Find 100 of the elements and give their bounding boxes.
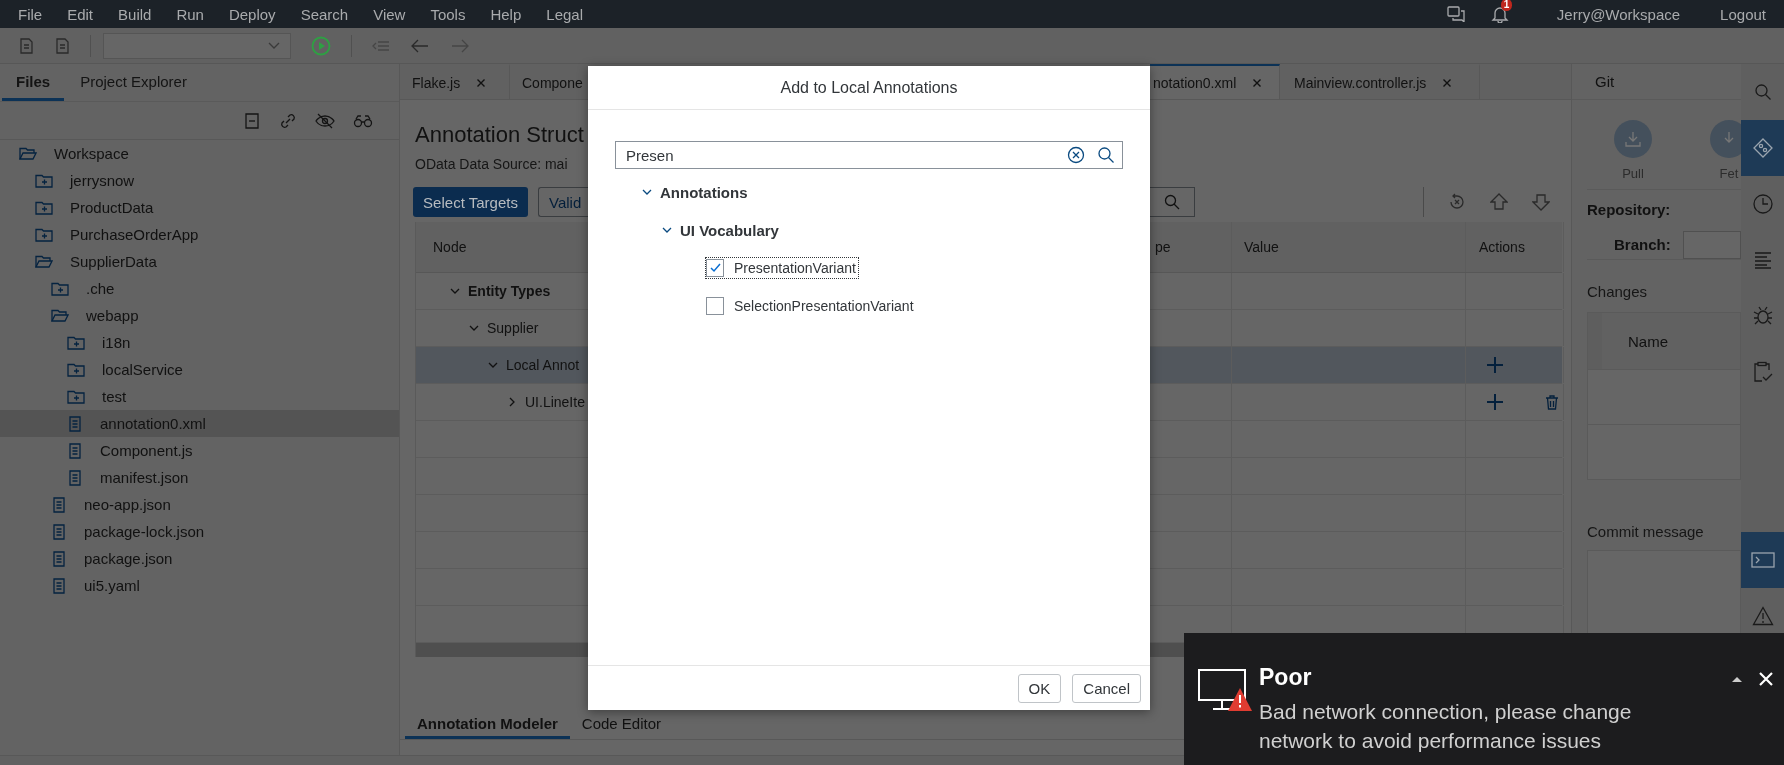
tree-item-label: Component.js [100, 442, 193, 459]
section-label: Changes [1587, 282, 1649, 302]
menu-item[interactable]: Deploy [228, 5, 276, 23]
panel-tab[interactable]: Project Explorer [66, 64, 201, 101]
editor-tab[interactable]: notation0.xml [1150, 64, 1280, 99]
diamond-icon [1751, 137, 1774, 159]
checkbox[interactable] [706, 259, 724, 277]
collapse-icon[interactable] [1731, 675, 1743, 683]
move-down-icon[interactable] [1532, 193, 1550, 211]
trash-icon[interactable] [1545, 394, 1559, 410]
file-icon [51, 496, 67, 513]
checkbox-item[interactable]: SelectionPresentationVariant [705, 295, 917, 317]
menu-item[interactable]: Tools [430, 5, 466, 23]
column-header: Name [1628, 332, 1668, 350]
column-header: Node [433, 239, 467, 255]
chat-icon[interactable] [1446, 6, 1465, 22]
add-icon[interactable] [1486, 393, 1504, 411]
menu-item[interactable]: File [18, 5, 43, 23]
clock-icon [1751, 193, 1774, 215]
tree-item[interactable]: localService [0, 356, 399, 383]
menu-item[interactable]: Edit [67, 5, 94, 23]
file-icon [51, 577, 67, 594]
tree-item-label: i18n [102, 334, 131, 351]
logout-link[interactable]: Logout [1720, 5, 1766, 23]
run-icon[interactable] [311, 35, 331, 56]
editor-tab[interactable]: Compone [510, 64, 588, 99]
tree-item[interactable]: ProductData [0, 194, 399, 221]
tree-item-label: manifest.json [100, 469, 189, 486]
arrow-right-icon[interactable] [450, 37, 470, 54]
file-icon [51, 523, 67, 540]
link-icon[interactable] [279, 111, 297, 130]
menu-item[interactable]: Help [490, 5, 522, 23]
file-icon [51, 550, 67, 567]
tree-item[interactable]: neo-app.json [0, 491, 399, 518]
tree-item-label: jerrysnow [70, 172, 135, 189]
tree-item[interactable]: Workspace [0, 140, 399, 167]
user-menu[interactable]: Jerry@Workspace [1556, 5, 1681, 23]
bug-icon [1751, 305, 1774, 327]
column-header: Actions [1479, 239, 1525, 255]
tree-item-label: package.json [84, 550, 173, 567]
editor-mode-tab[interactable]: Code Editor [569, 710, 674, 739]
editor-tab[interactable]: Flake.js [400, 64, 510, 99]
tree-item[interactable]: PurchaseOrderApp [0, 221, 399, 248]
editor-tab[interactable]: Mainview.controller.js [1280, 64, 1480, 99]
tree-item[interactable]: package.json [0, 545, 399, 572]
checkbox-item[interactable]: PresentationVariant [705, 257, 859, 279]
tree-item-label: ui5.yaml [84, 577, 140, 594]
file-icon [67, 469, 83, 486]
tree-item[interactable]: package-lock.json [0, 518, 399, 545]
menu-item[interactable]: View [373, 5, 406, 23]
toolbar-button[interactable]: Select Targets [413, 187, 528, 217]
dialog-button[interactable]: Cancel [1072, 673, 1141, 703]
terminal-icon [1750, 551, 1775, 569]
search-icon[interactable] [1097, 146, 1115, 164]
search-field[interactable]: Presen [615, 141, 1123, 169]
document-icon[interactable] [18, 37, 34, 54]
move-up-icon[interactable] [1490, 193, 1508, 211]
check-icon [709, 262, 721, 274]
editor-mode-tab[interactable]: Annotation Modeler [405, 710, 570, 739]
git-action-button[interactable] [1614, 120, 1652, 158]
sidebar-button[interactable] [1741, 120, 1784, 176]
menu-item[interactable]: Run [176, 5, 204, 23]
sidebar-button[interactable] [1741, 532, 1784, 588]
tree-item[interactable]: manifest.json [0, 464, 399, 491]
menu-item[interactable]: Build [118, 5, 152, 23]
document-icon[interactable] [54, 37, 70, 54]
tree-item[interactable]: ui5.yaml [0, 572, 399, 599]
checkbox-label: SelectionPresentationVariant [734, 298, 914, 314]
menu-item[interactable]: Search [300, 5, 349, 23]
tree-item[interactable]: Component.js [0, 437, 399, 464]
checkbox[interactable] [706, 297, 724, 315]
toast-title: Poor [1259, 663, 1313, 691]
dialog-button[interactable]: OK [1017, 673, 1062, 703]
arrow-left-icon[interactable] [410, 37, 430, 54]
tree-item[interactable]: jerrysnow [0, 167, 399, 194]
tree-item[interactable]: .che [0, 275, 399, 302]
menu-item[interactable]: Legal [546, 5, 583, 23]
tree-item[interactable]: test [0, 383, 399, 410]
file-icon [67, 442, 83, 459]
tree-item[interactable]: annotation0.xml [0, 410, 399, 437]
tree-item[interactable]: i18n [0, 329, 399, 356]
tree-item-label: Workspace [54, 145, 129, 162]
search-icon [1753, 83, 1772, 101]
clear-icon[interactable] [1067, 146, 1085, 164]
column-header: pe [1155, 239, 1171, 255]
lines-icon [1752, 251, 1773, 269]
tree-item-label: ProductData [70, 199, 154, 216]
add-icon[interactable] [1486, 356, 1504, 374]
panel-tab[interactable]: Files [2, 64, 65, 101]
hidden-eye-icon[interactable] [315, 111, 335, 130]
tree-item-label: annotation0.xml [100, 415, 206, 432]
reset-icon[interactable] [1448, 193, 1466, 211]
section-label: Commit message [1587, 522, 1705, 542]
panel-tab[interactable]: Git [1595, 73, 1615, 90]
node-label: Supplier [487, 320, 539, 336]
editor-title: Annotation Struct [415, 121, 584, 149]
tree-item[interactable]: SupplierData [0, 248, 399, 275]
tree-item[interactable]: webapp [0, 302, 399, 329]
tree-node-label: UI Vocabulary [680, 221, 779, 239]
collapse-all-icon[interactable] [243, 111, 261, 130]
